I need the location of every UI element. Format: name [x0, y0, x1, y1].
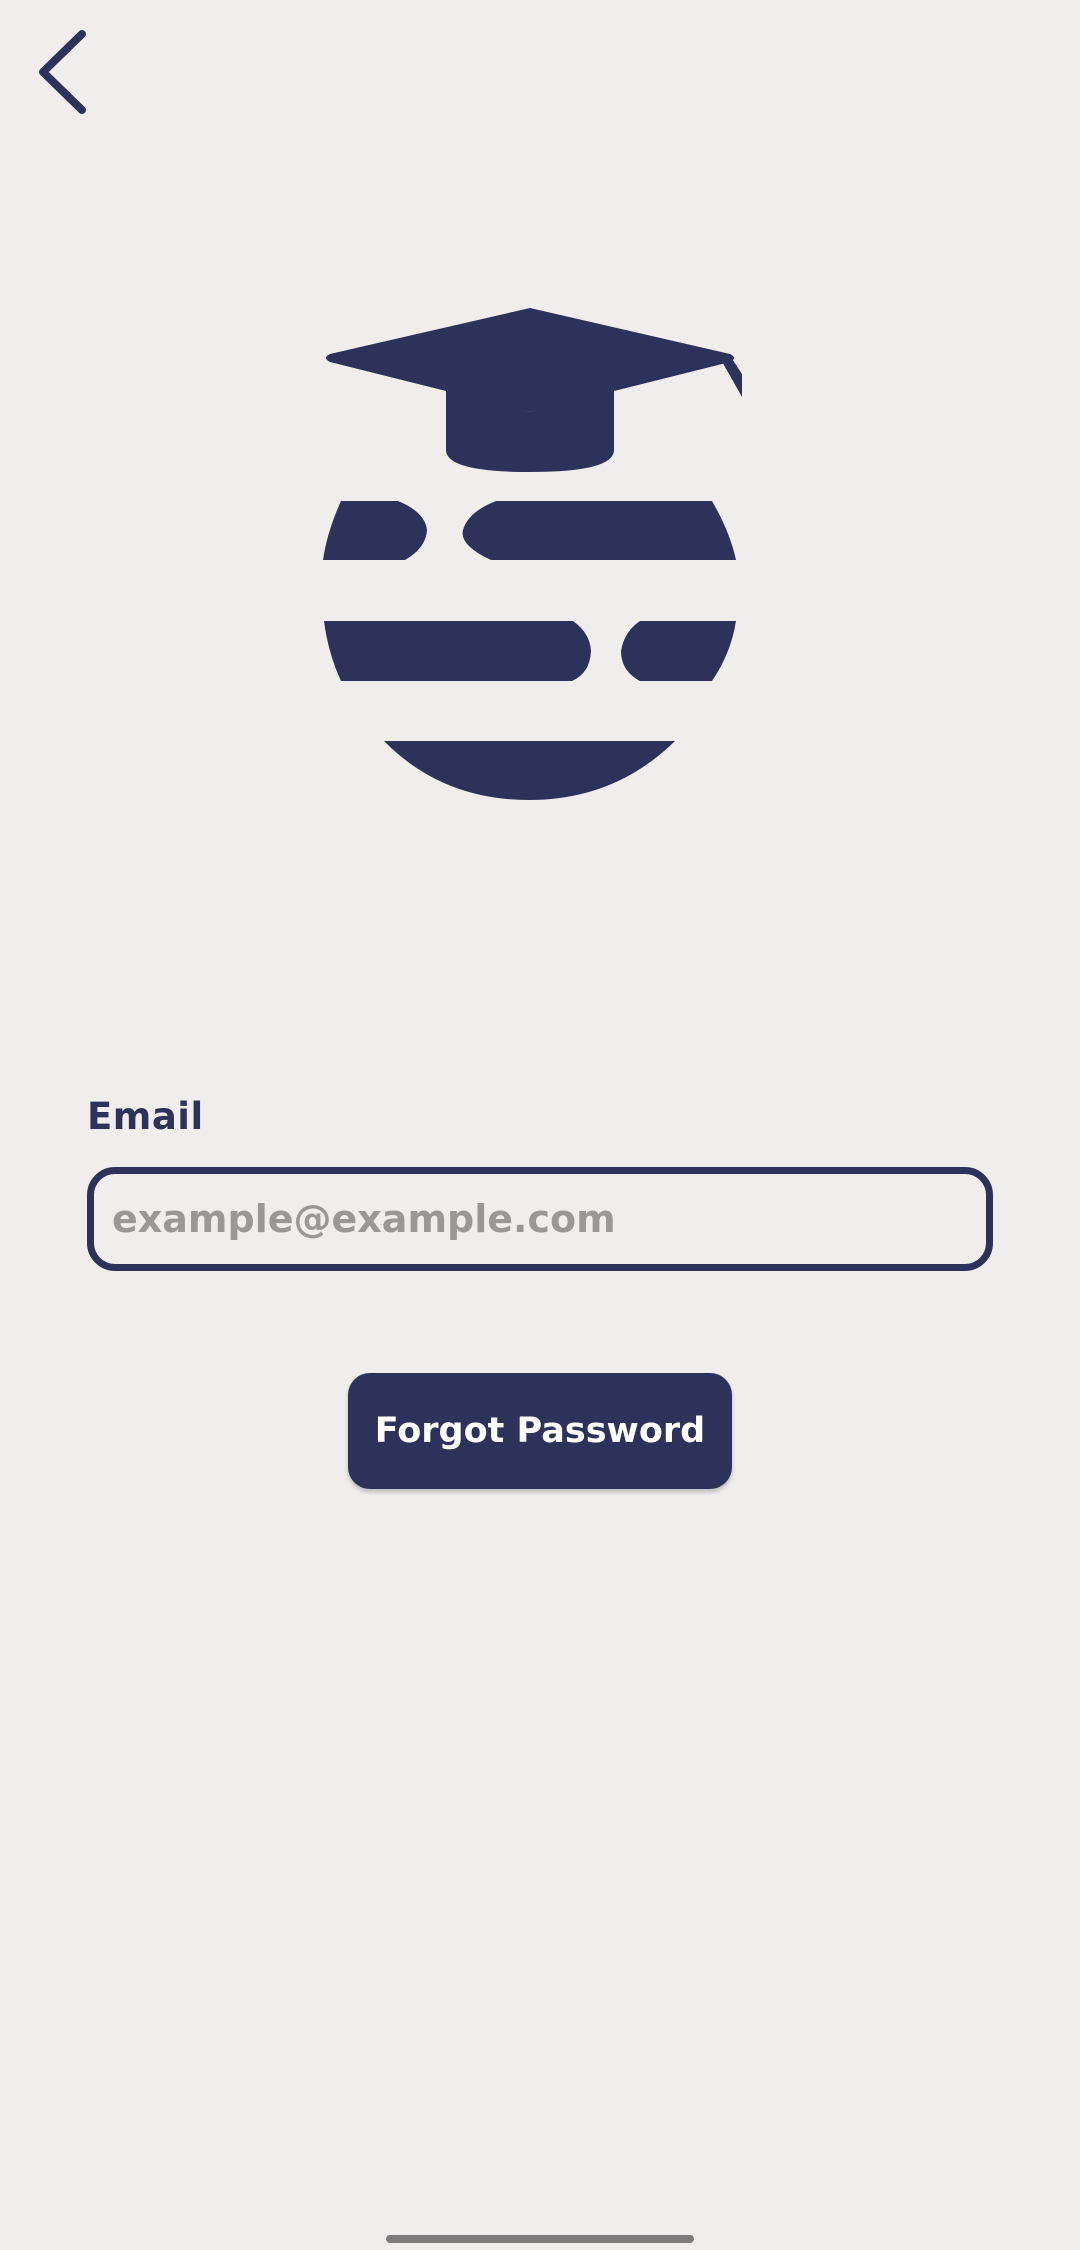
home-indicator[interactable] — [386, 2235, 694, 2243]
chevron-left-icon — [39, 30, 86, 114]
email-label: Email — [87, 1095, 204, 1138]
app-logo — [322, 300, 742, 810]
back-button[interactable] — [28, 22, 100, 122]
graduation-cap-globe-icon — [323, 308, 742, 800]
email-field[interactable] — [87, 1167, 993, 1271]
forgot-password-button[interactable]: Forgot Password — [348, 1373, 732, 1489]
